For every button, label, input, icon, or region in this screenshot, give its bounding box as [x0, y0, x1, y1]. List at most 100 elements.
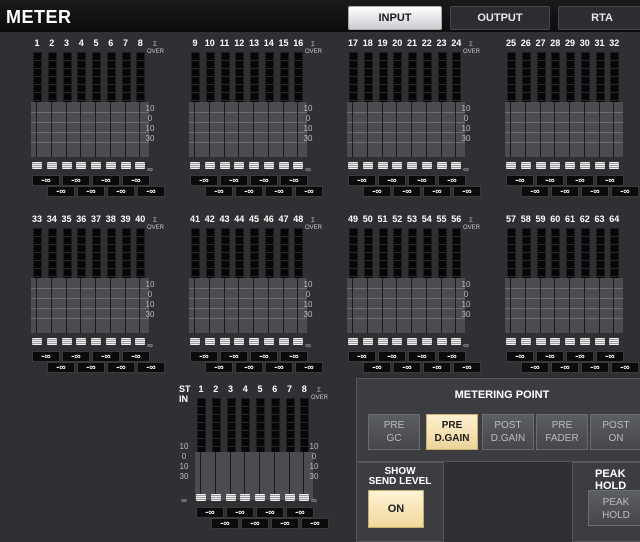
- fader-knob[interactable]: [263, 162, 274, 169]
- fader-knob[interactable]: [234, 338, 245, 345]
- fader-knob[interactable]: [407, 338, 417, 345]
- fader-knob[interactable]: [579, 338, 590, 345]
- fader-knob[interactable]: [76, 338, 87, 345]
- button-line: PRE: [551, 420, 573, 431]
- fader-knob[interactable]: [565, 162, 575, 169]
- fader-knob[interactable]: [210, 494, 221, 501]
- fader-knob[interactable]: [520, 162, 531, 169]
- fader-knob[interactable]: [204, 162, 215, 169]
- fader-scale-label: 0: [463, 290, 469, 299]
- fader-knob[interactable]: [579, 162, 590, 169]
- fader-gridline: [347, 298, 465, 299]
- fader-knob[interactable]: [506, 338, 516, 345]
- fader-knob[interactable]: [284, 494, 295, 501]
- fader-knob[interactable]: [609, 338, 620, 345]
- fader-knob[interactable]: [407, 162, 417, 169]
- tab-rta[interactable]: RTA: [558, 6, 640, 30]
- fader-knob[interactable]: [255, 494, 265, 501]
- fader-knob[interactable]: [362, 338, 373, 345]
- fader-knob[interactable]: [190, 162, 200, 169]
- fader-track: [194, 102, 195, 157]
- level-readout: -∞: [423, 186, 451, 197]
- fader-knob[interactable]: [204, 338, 215, 345]
- tab-output[interactable]: OUTPUT: [450, 6, 550, 30]
- fader-knob[interactable]: [609, 162, 620, 169]
- fader-knob[interactable]: [91, 338, 101, 345]
- fader-knob[interactable]: [120, 162, 131, 169]
- fader-knob[interactable]: [76, 162, 87, 169]
- channel-number: 1: [198, 384, 204, 394]
- fader-area: [347, 102, 465, 157]
- fader-knob[interactable]: [120, 338, 131, 345]
- fader-gridline: [347, 318, 465, 319]
- fader-knob[interactable]: [594, 162, 605, 169]
- fader-knob[interactable]: [105, 162, 116, 169]
- fader-gridline: [505, 318, 623, 319]
- fader-knob[interactable]: [348, 338, 358, 345]
- fader-knob[interactable]: [249, 338, 259, 345]
- metering-post-dgain-button[interactable]: POST D.GAIN: [482, 414, 534, 450]
- fader-knob[interactable]: [362, 162, 373, 169]
- tab-input[interactable]: INPUT: [348, 6, 442, 30]
- fader-scale-label: 10: [179, 442, 189, 451]
- fader-knob[interactable]: [263, 338, 274, 345]
- fader-knob[interactable]: [421, 162, 432, 169]
- metering-pre-gc-button[interactable]: PRE GC: [368, 414, 420, 450]
- fader-knob[interactable]: [550, 162, 561, 169]
- fader-knob[interactable]: [32, 162, 42, 169]
- fader-knob[interactable]: [421, 338, 432, 345]
- fader-knob[interactable]: [348, 162, 358, 169]
- channel-number: 6: [272, 384, 278, 394]
- fader-knob[interactable]: [32, 338, 42, 345]
- level-readout: -∞: [77, 186, 105, 197]
- fader-knob[interactable]: [91, 162, 101, 169]
- button-line: D.GAIN: [434, 433, 470, 444]
- fader-knob[interactable]: [269, 494, 280, 501]
- channel-number: 45: [248, 214, 259, 224]
- fader-knob[interactable]: [565, 338, 575, 345]
- metering-pre-dgain-button[interactable]: PRE D.GAIN: [426, 414, 478, 450]
- fader-track: [569, 102, 570, 157]
- fader-knob[interactable]: [196, 494, 206, 501]
- fader-knob[interactable]: [61, 162, 72, 169]
- fader-knob[interactable]: [219, 162, 230, 169]
- fader-knob[interactable]: [535, 162, 546, 169]
- fader-knob[interactable]: [240, 494, 251, 501]
- fader-knob[interactable]: [225, 494, 236, 501]
- metering-post-on-button[interactable]: POST ON: [590, 414, 640, 450]
- channel-number: 24: [451, 38, 462, 48]
- fader-knob[interactable]: [234, 162, 245, 169]
- fader-knob[interactable]: [436, 162, 447, 169]
- fader-knob[interactable]: [105, 338, 116, 345]
- fader-knob[interactable]: [46, 162, 57, 169]
- fader-track: [455, 102, 457, 157]
- fader-knob[interactable]: [278, 162, 289, 169]
- fader-knob[interactable]: [520, 338, 531, 345]
- fader-gridline: [505, 298, 623, 299]
- fader-knob[interactable]: [377, 338, 388, 345]
- fader-scale-label: 30: [461, 310, 471, 319]
- fader-knob[interactable]: [535, 338, 546, 345]
- fader-knob[interactable]: [46, 338, 57, 345]
- fader-knob[interactable]: [392, 338, 403, 345]
- metering-pre-fader-button[interactable]: PRE FADER: [536, 414, 588, 450]
- fader-knob[interactable]: [392, 162, 403, 169]
- fader-scale-label: 10: [461, 124, 471, 133]
- fader-knob[interactable]: [61, 338, 72, 345]
- fader-knob[interactable]: [278, 338, 289, 345]
- fader-area: [189, 102, 307, 157]
- fader-knob[interactable]: [550, 338, 561, 345]
- level-readout: -∞: [348, 351, 376, 362]
- show-send-level-on-button[interactable]: ON: [368, 490, 424, 528]
- fader-knob[interactable]: [190, 338, 200, 345]
- fader-knob[interactable]: [219, 338, 230, 345]
- fader-knob[interactable]: [436, 338, 447, 345]
- channel-number: 43: [219, 214, 230, 224]
- peak-hold-button[interactable]: PEAK HOLD: [588, 490, 640, 526]
- fader-knob[interactable]: [594, 338, 605, 345]
- channel-number: 34: [46, 214, 57, 224]
- level-readout: -∞: [190, 175, 218, 186]
- fader-knob[interactable]: [377, 162, 388, 169]
- fader-knob[interactable]: [249, 162, 259, 169]
- fader-knob[interactable]: [506, 162, 516, 169]
